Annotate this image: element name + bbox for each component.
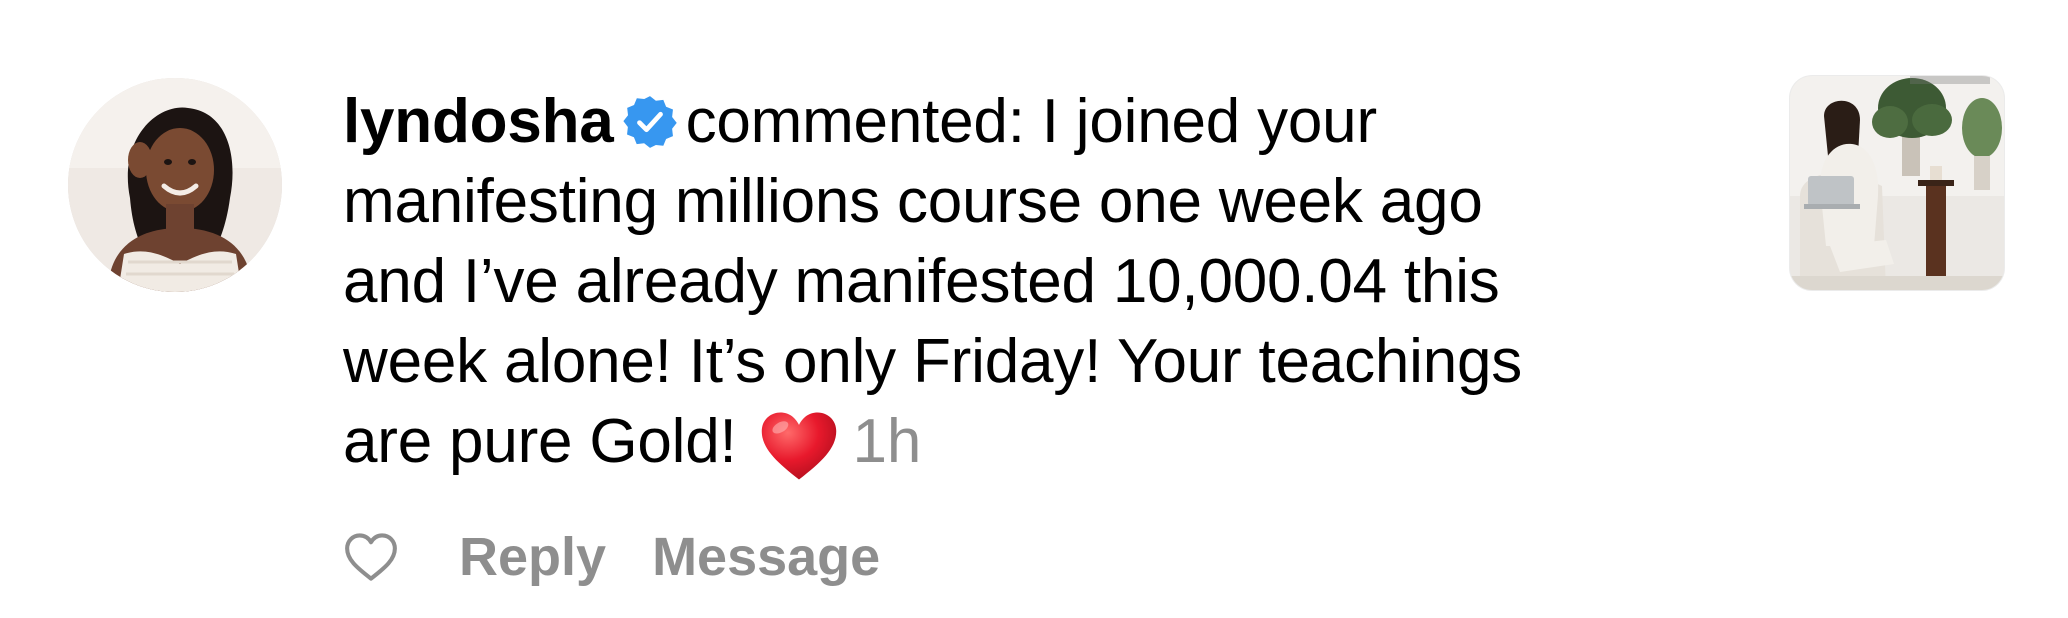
comment-line-5: are pure Gold! 1h: [343, 402, 1743, 482]
avatar-photo: [68, 78, 282, 292]
heart-emoji-icon: [759, 410, 839, 482]
comment-line-2: manifesting millions course one week ago: [343, 167, 1483, 236]
post-thumbnail-image: [1790, 76, 2004, 290]
comment-line-1: lyndosha commented: I joined your: [343, 82, 1743, 162]
reply-button[interactable]: Reply: [459, 526, 606, 588]
comment-timestamp: 1h: [852, 407, 922, 476]
verified-badge-icon: [622, 94, 678, 150]
comment-line-5-text: are pure Gold!: [343, 407, 737, 476]
comment-text: lyndosha commented: I joined your manife…: [343, 82, 1743, 482]
comment-line-1-text: commented: I joined your: [685, 87, 1378, 156]
username-link[interactable]: lyndosha: [343, 87, 614, 156]
post-thumbnail[interactable]: [1790, 76, 2004, 290]
comment-line-3: and I’ve already manifested 10,000.04 th…: [343, 247, 1500, 316]
comment-line-4: week alone! It’s only Friday! Your teach…: [343, 327, 1523, 396]
comment-actions: Reply Message: [343, 522, 926, 592]
heart-outline-icon[interactable]: [343, 532, 399, 582]
avatar[interactable]: [68, 78, 282, 292]
message-button[interactable]: Message: [652, 526, 880, 588]
